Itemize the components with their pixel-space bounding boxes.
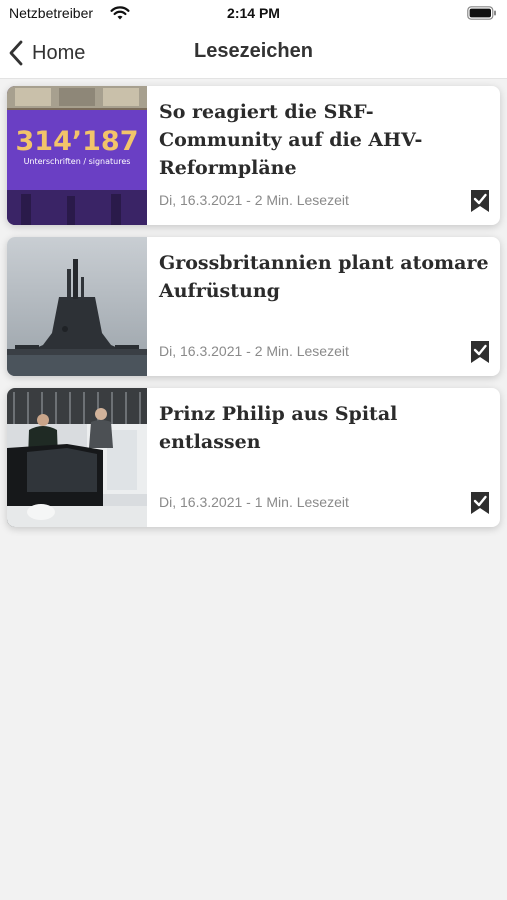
page-title: Lesezeichen xyxy=(194,40,313,62)
image-big-number: 314’187 xyxy=(16,126,139,157)
article-title: So reagiert die SRF-Community auf die AH… xyxy=(159,101,423,179)
signature-count-image: 314’187 Unterschriften / signatures xyxy=(7,86,147,225)
submarine-image xyxy=(7,237,147,376)
clock: 2:14 PM xyxy=(227,5,280,21)
article-card[interactable]: Grossbritannien plant atomare Aufrüstung… xyxy=(7,237,500,376)
article-thumbnail: 314’187 Unterschriften / signatures xyxy=(7,86,147,225)
bookmark-check-icon[interactable] xyxy=(470,340,490,364)
article-title: Prinz Philip aus Spital entlassen xyxy=(159,403,398,453)
article-card[interactable]: 314’187 Unterschriften / signatures So r… xyxy=(7,86,500,225)
bookmark-check-icon[interactable] xyxy=(470,491,490,515)
article-meta: Di, 16.3.2021 - 2 Min. Lesezeit xyxy=(159,343,349,359)
navigation-bar: Home Lesezeichen xyxy=(0,28,507,79)
bookmark-check-icon[interactable] xyxy=(470,189,490,213)
image-small-text: Unterschriften / signatures xyxy=(24,157,131,166)
article-meta: Di, 16.3.2021 - 1 Min. Lesezeit xyxy=(159,494,349,510)
battery-icon xyxy=(467,6,496,20)
article-meta: Di, 16.3.2021 - 2 Min. Lesezeit xyxy=(159,192,349,208)
article-card[interactable]: Prinz Philip aus Spital entlassen Di, 16… xyxy=(7,388,500,527)
article-thumbnail xyxy=(7,237,147,376)
article-title: Grossbritannien plant atomare Aufrüstung xyxy=(159,252,489,302)
status-bar: Netzbetreiber 2:14 PM xyxy=(0,0,507,28)
hospital-exit-image xyxy=(7,388,147,527)
article-thumbnail xyxy=(7,388,147,527)
